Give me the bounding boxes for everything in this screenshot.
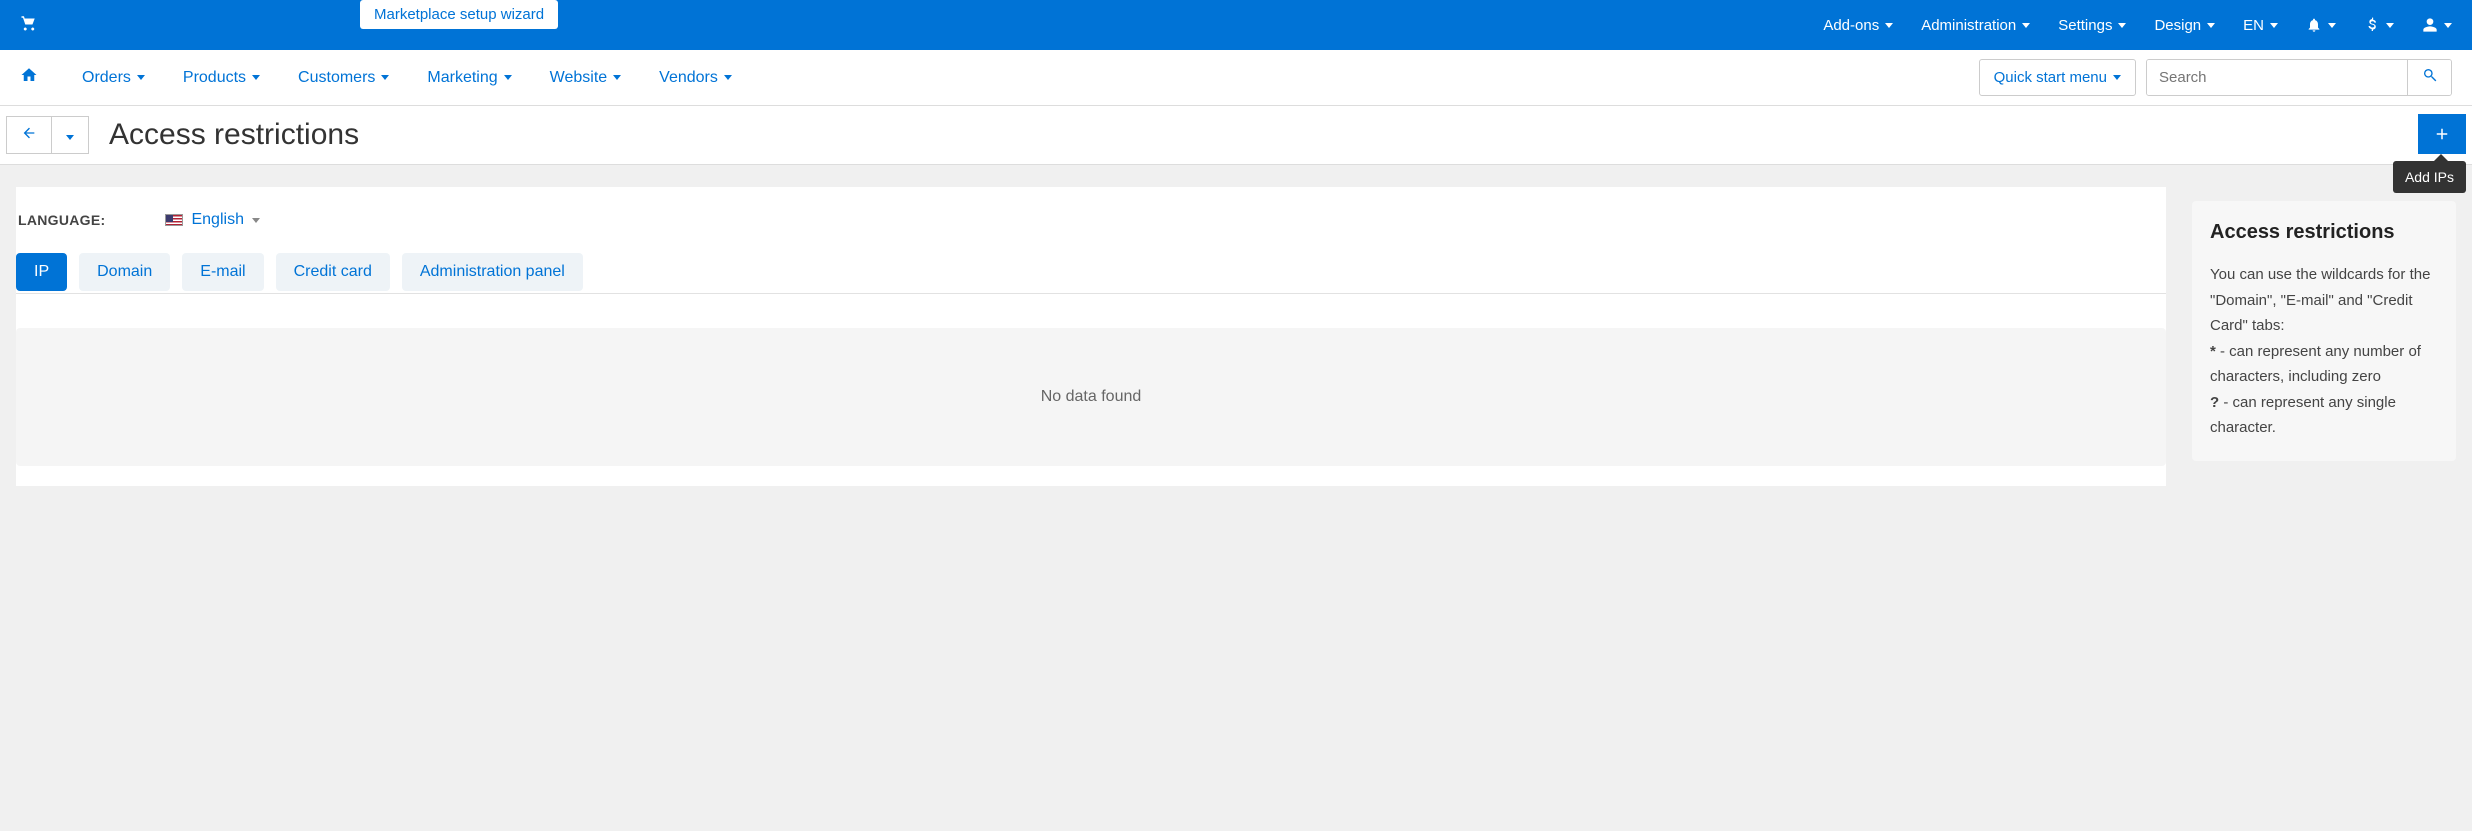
tab-ip-label: IP [34,263,49,280]
add-tooltip: Add IPs [2393,161,2466,193]
quickstart-label: Quick start menu [1994,69,2107,86]
no-data-text: No data found [1041,388,1142,405]
search-icon [2422,67,2438,83]
caret-down-icon [2113,75,2121,80]
bell-icon [2306,17,2322,33]
user-icon [2422,17,2438,33]
arrow-left-icon [21,125,37,141]
caret-down-icon [2270,23,2278,28]
help-sidebar: Access restrictions You can use the wild… [2192,201,2456,461]
tab-email[interactable]: E-mail [182,253,263,291]
caret-down-icon [724,75,732,80]
top-user[interactable] [2422,17,2452,33]
nav-customers[interactable]: Customers [284,69,403,87]
caret-down-icon [252,218,260,223]
caret-down-icon [2444,23,2452,28]
cart-icon[interactable] [20,14,38,37]
caret-down-icon [2328,23,2336,28]
caret-down-icon [2386,23,2394,28]
nav-website-label: Website [550,69,608,87]
tab-email-label: E-mail [200,263,245,280]
plus-icon [2433,125,2451,143]
tab-domain-label: Domain [97,263,152,280]
tabs-divider [16,293,2166,294]
nav-marketing[interactable]: Marketing [413,69,525,87]
search-group [2146,59,2452,96]
caret-down-icon [381,75,389,80]
setup-wizard-button[interactable]: Marketplace setup wizard [360,0,558,29]
help-title: Access restrictions [2210,221,2438,244]
tab-admin-panel-label: Administration panel [420,263,565,280]
tab-domain[interactable]: Domain [79,253,170,291]
top-settings[interactable]: Settings [2058,17,2126,34]
language-label: LANGUAGE: [18,212,105,228]
tab-credit-card-label: Credit card [294,263,372,280]
caret-down-icon [613,75,621,80]
caret-down-icon [66,135,74,140]
top-notifications[interactable] [2306,17,2336,33]
nav-products[interactable]: Products [169,69,274,87]
top-settings-label: Settings [2058,17,2112,34]
home-icon [20,66,38,84]
top-addons-label: Add-ons [1823,17,1879,34]
nav-vendors[interactable]: Vendors [645,69,746,87]
tab-admin-panel[interactable]: Administration panel [402,253,583,291]
add-button[interactable] [2418,114,2466,154]
caret-down-icon [137,75,145,80]
help-qmark-text: - can represent any single character. [2210,394,2396,437]
flag-us-icon [165,214,183,226]
caret-down-icon [2022,23,2030,28]
nav-vendors-label: Vendors [659,69,718,87]
top-administration-label: Administration [1921,17,2016,34]
quickstart-menu-button[interactable]: Quick start menu [1979,59,2136,96]
language-selector[interactable]: English [165,211,259,229]
search-button[interactable] [2407,60,2451,95]
dollar-icon [2364,17,2380,33]
no-data-panel: No data found [16,328,2166,466]
top-currency[interactable] [2364,17,2394,33]
tooltip-arrow [2434,154,2448,161]
caret-down-icon [504,75,512,80]
top-language-label: EN [2243,17,2264,34]
nav-home[interactable] [20,66,38,89]
nav-orders-label: Orders [82,69,131,87]
tab-credit-card[interactable]: Credit card [276,253,390,291]
nav-orders[interactable]: Orders [68,69,159,87]
help-qmark-symbol: ? [2210,394,2219,411]
back-dropdown-button[interactable] [52,116,89,154]
page-title: Access restrictions [109,118,359,152]
top-administration[interactable]: Administration [1921,17,2030,34]
top-design-label: Design [2154,17,2201,34]
help-intro: You can use the wildcards for the "Domai… [2210,266,2430,334]
search-input[interactable] [2147,60,2407,95]
caret-down-icon [2118,23,2126,28]
language-value: English [191,211,243,229]
caret-down-icon [252,75,260,80]
help-star-text: - can represent any number of characters… [2210,343,2421,386]
top-language[interactable]: EN [2243,17,2278,34]
nav-marketing-label: Marketing [427,69,497,87]
nav-customers-label: Customers [298,69,375,87]
caret-down-icon [2207,23,2215,28]
setup-wizard-label: Marketplace setup wizard [374,6,544,23]
back-button[interactable] [6,116,52,154]
nav-website[interactable]: Website [536,69,636,87]
caret-down-icon [1885,23,1893,28]
top-design[interactable]: Design [2154,17,2215,34]
nav-products-label: Products [183,69,246,87]
top-addons[interactable]: Add-ons [1823,17,1893,34]
tab-ip[interactable]: IP [16,253,67,291]
